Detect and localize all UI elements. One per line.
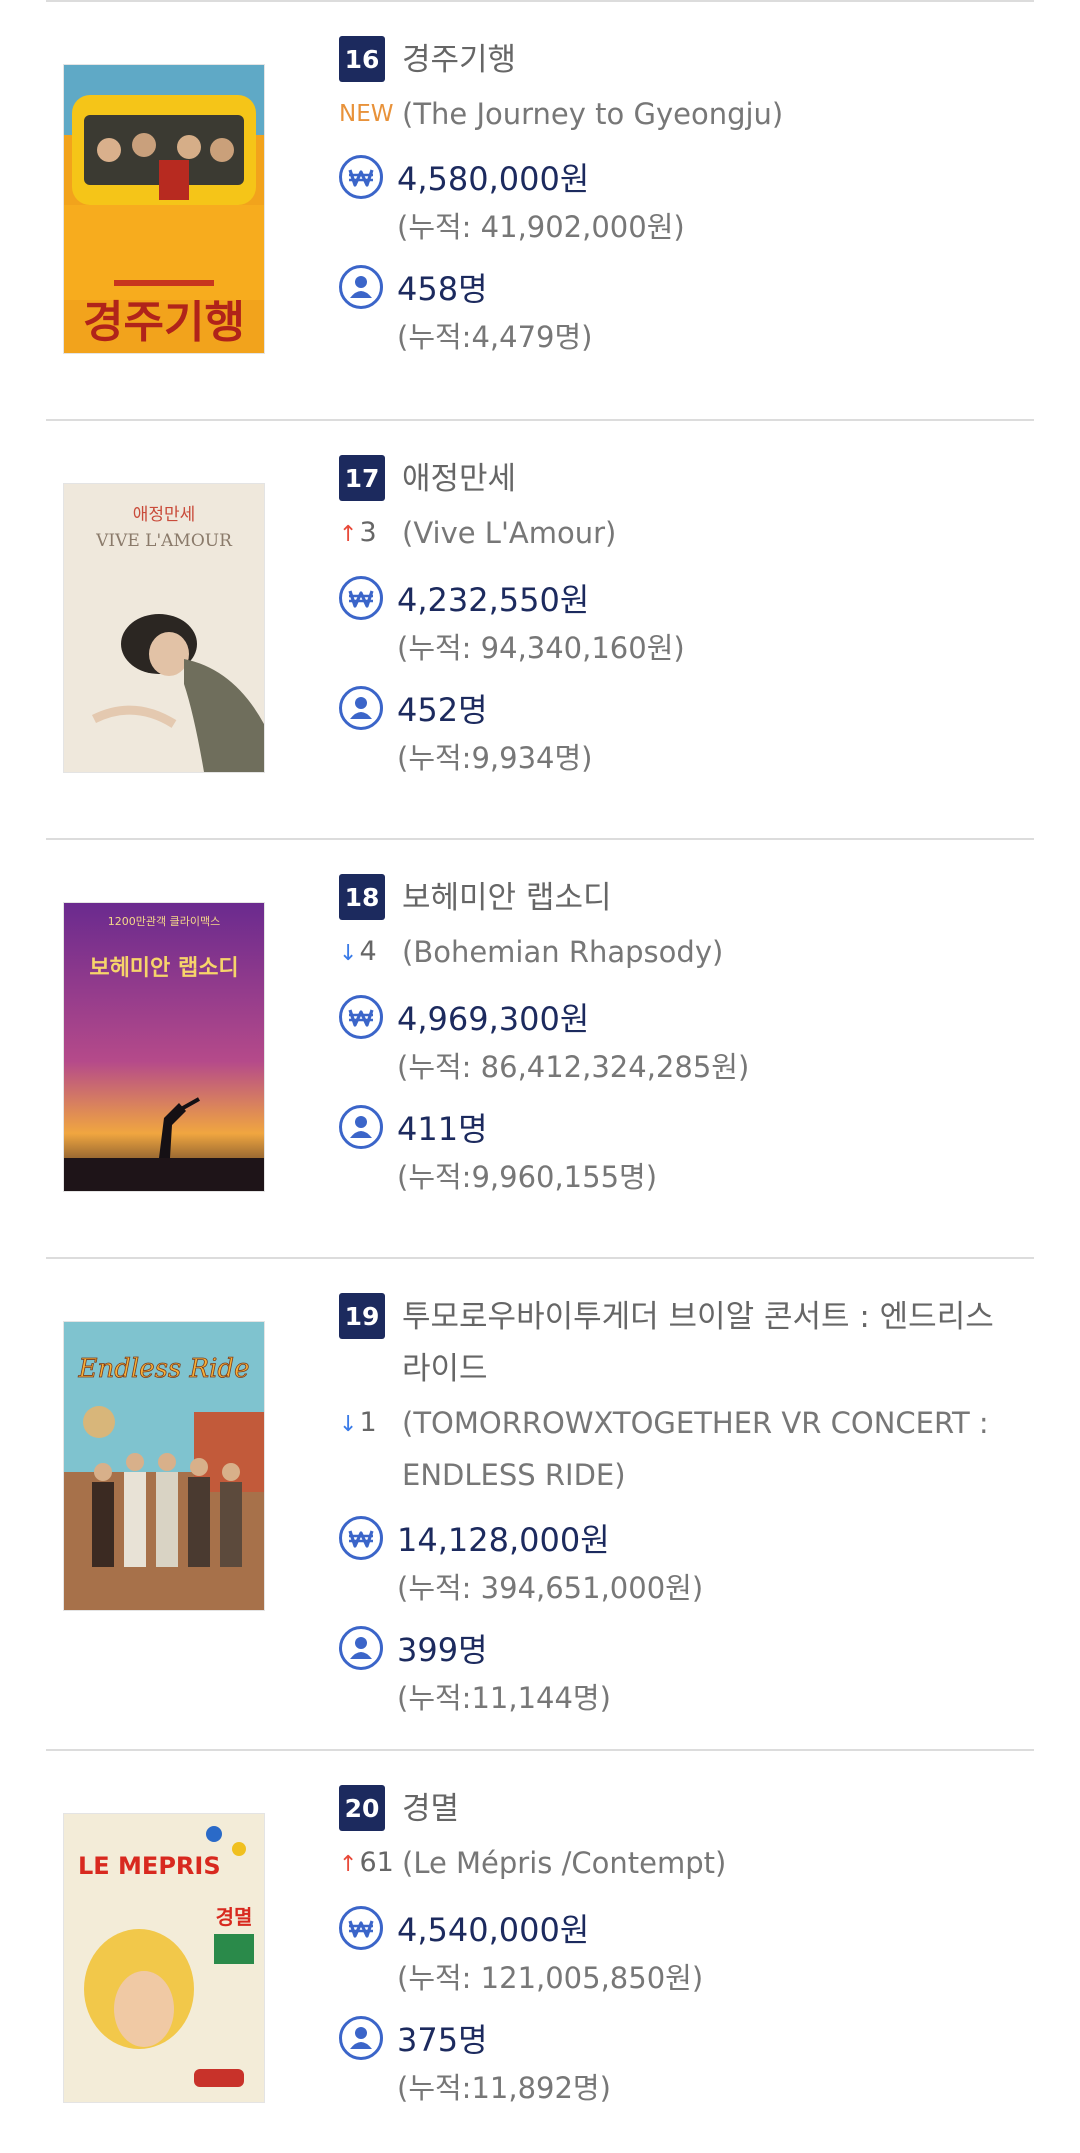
audience-value: 458명 [397, 270, 488, 308]
poster-title-text: LE MEPRIS [78, 1852, 221, 1880]
sales-value: 4,969,300원 [397, 1000, 590, 1038]
sales-cumulative: (누적: 86,412,324,285원) [397, 1050, 750, 1084]
rank-badge: 17 [339, 455, 385, 501]
poster-title-text: 경주기행 [83, 297, 245, 348]
movie-poster[interactable]: 1200만관객 클라이맥스 보헤미안 랩소디 [63, 902, 265, 1192]
audience-cumulative: (누적:9,960,155명) [397, 1160, 658, 1194]
rank-change: ↓4 [339, 926, 402, 980]
audience-value: 452명 [397, 691, 488, 729]
poster-top-text: 경멸 [216, 1905, 253, 1929]
poster-top-text: 애정만세 [133, 505, 196, 525]
rank-change-value: 1 [359, 1407, 377, 1438]
sales-value: 4,580,000원 [397, 160, 590, 198]
box-office-list: 경주기행 16 경주기행 NEW (The Journey to Gyeongj… [46, 0, 1034, 2105]
sales-cumulative: (누적: 121,005,850원) [397, 1961, 704, 1995]
movie-poster[interactable]: LE MEPRIS 경멸 [63, 1813, 265, 2103]
audience-cumulative: (누적:11,892명) [397, 2071, 611, 2105]
poster-top-text: 1200만관객 클라이맥스 [108, 915, 220, 928]
won-icon [339, 1906, 383, 1950]
sales-value: 4,232,550원 [397, 581, 590, 619]
rank-badge: 19 [339, 1293, 385, 1339]
movie-title-ko[interactable]: 경주기행 [402, 34, 516, 86]
arrow-down-icon: ↓ [339, 941, 358, 966]
person-icon [339, 686, 383, 730]
audience-value: 411명 [397, 1110, 488, 1148]
sales-cumulative: (누적: 394,651,000원) [397, 1571, 704, 1605]
sales-value: 4,540,000원 [397, 1911, 590, 1949]
rank-change: ↑3 [339, 507, 402, 561]
won-icon [339, 995, 383, 1039]
person-icon [339, 2016, 383, 2060]
sales-cumulative: (누적: 94,340,160원) [397, 631, 685, 665]
rank-badge: 18 [339, 874, 385, 920]
rank-change-value: NEW [339, 101, 394, 127]
sales-cumulative: (누적: 41,902,000원) [397, 210, 685, 244]
audience-cumulative: (누적:9,934명) [397, 741, 593, 775]
movie-title-ko[interactable]: 애정만세 [402, 453, 516, 505]
rank-badge: 20 [339, 1785, 385, 1831]
arrow-up-icon: ↑ [339, 1852, 358, 1877]
movie-poster[interactable]: 경주기행 [63, 64, 265, 354]
movie-title-en: (Bohemian Rhapsody) [402, 935, 724, 969]
movie-item[interactable]: 경주기행 16 경주기행 NEW (The Journey to Gyeongj… [46, 0, 1034, 419]
arrow-down-icon: ↓ [339, 1412, 358, 1437]
rank-change: ↑61 [339, 1837, 402, 1891]
movie-title-ko[interactable]: 경멸 [402, 1783, 459, 1835]
movie-poster[interactable]: 애정만세 VIVE L'AMOUR [63, 483, 265, 773]
movie-item[interactable]: LE MEPRIS 경멸 20 경멸 ↑61 (Le Mépris /Conte… [46, 1749, 1034, 2105]
won-icon [339, 155, 383, 199]
rank-change-value: 3 [359, 517, 377, 548]
movie-title-en: (The Journey to Gyeongju) [402, 97, 784, 131]
movie-item[interactable]: Endless Ride 19 투모로우바이투게더 브이알 콘서트 : 엔드리스… [46, 1257, 1034, 1749]
rank-change: ↓1 [339, 1397, 402, 1451]
audience-cumulative: (누적:4,479명) [397, 320, 593, 354]
audience-value: 375명 [397, 2021, 488, 2059]
movie-title-ko[interactable]: 보헤미안 랩소디 [402, 872, 612, 924]
rank-change: NEW [339, 88, 402, 140]
movie-title-en: (Vive L'Amour) [402, 516, 617, 550]
person-icon [339, 1105, 383, 1149]
poster-title-text: Endless Ride [78, 1354, 250, 1384]
audience-cumulative: (누적:11,144명) [397, 1681, 611, 1715]
rank-badge: 16 [339, 36, 385, 82]
won-icon [339, 1516, 383, 1560]
movie-item[interactable]: 1200만관객 클라이맥스 보헤미안 랩소디 18 보헤미안 랩소디 ↓4 (B… [46, 838, 1034, 1257]
sales-value: 14,128,000원 [397, 1521, 610, 1559]
person-icon [339, 265, 383, 309]
movie-item[interactable]: 애정만세 VIVE L'AMOUR 17 애정만세 ↑3 (Vive L'Amo… [46, 419, 1034, 838]
person-icon [339, 1626, 383, 1670]
won-icon [339, 576, 383, 620]
movie-title-en: (TOMORROWXTOGETHER VR CONCERT : ENDLESS … [402, 1406, 989, 1492]
audience-value: 399명 [397, 1631, 488, 1669]
arrow-up-icon: ↑ [339, 522, 358, 547]
movie-title-ko[interactable]: 투모로우바이투게더 브이알 콘서트 : 엔드리스 라이드 [402, 1291, 1029, 1395]
movie-poster[interactable]: Endless Ride [63, 1321, 265, 1611]
poster-title-text: 보헤미안 랩소디 [89, 956, 238, 981]
poster-title-text: VIVE L'AMOUR [95, 531, 233, 551]
movie-title-en: (Le Mépris /Contempt) [402, 1846, 727, 1880]
rank-change-value: 61 [359, 1847, 394, 1878]
rank-change-value: 4 [359, 936, 377, 967]
